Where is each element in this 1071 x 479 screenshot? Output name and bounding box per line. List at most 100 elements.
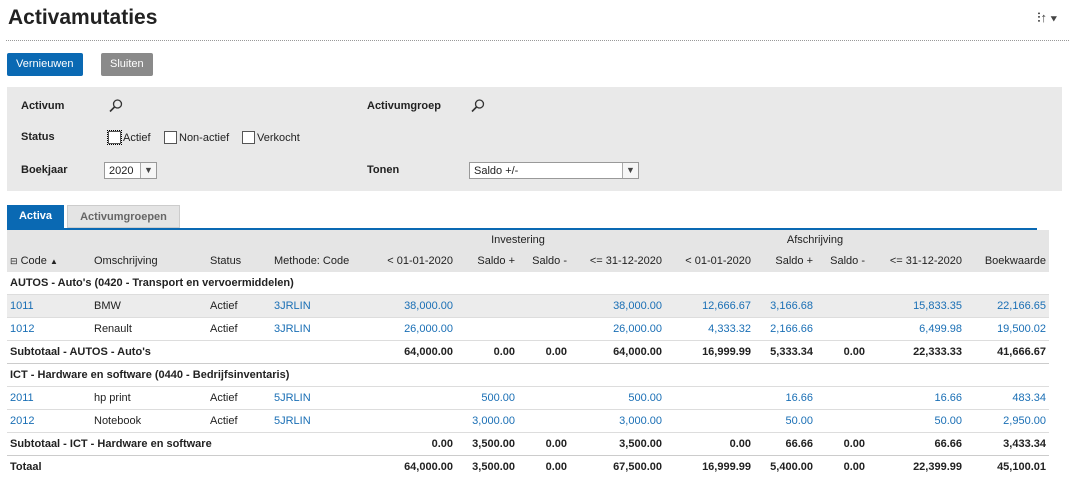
amount-link[interactable]: 500.00 — [570, 386, 665, 410]
amount-link[interactable] — [816, 386, 868, 410]
table-row[interactable]: 1012 Renault Actief 3JRLIN 26,000.00 26,… — [7, 317, 1049, 341]
checkbox-label: Actief — [123, 131, 151, 144]
activum-search-icon[interactable] — [108, 98, 124, 114]
column-header-inv-begin[interactable]: < 01-01-2020 — [371, 250, 456, 272]
amount-link[interactable]: 19,500.02 — [965, 317, 1049, 341]
methode-link[interactable]: 5JRLIN — [271, 409, 371, 433]
subtotal-value: 64,000.00 — [570, 340, 665, 364]
code-link[interactable]: 1012 — [7, 317, 91, 341]
column-header-methode[interactable]: Methode: Code — [271, 250, 371, 272]
amount-link[interactable] — [456, 294, 518, 318]
amount-link[interactable] — [518, 317, 570, 341]
amount-link[interactable]: 26,000.00 — [570, 317, 665, 341]
amount-link[interactable] — [816, 409, 868, 433]
tonen-select[interactable]: Saldo +/- ▼ — [469, 162, 639, 179]
column-header-label: Code — [20, 255, 47, 267]
column-header-inv-minus[interactable]: Saldo - — [518, 250, 570, 272]
amount-link[interactable] — [518, 409, 570, 433]
amount-link[interactable]: 26,000.00 — [371, 317, 456, 341]
status-label: Status — [21, 131, 55, 143]
amount-link[interactable]: 2,950.00 — [965, 409, 1049, 433]
amount-link[interactable] — [518, 294, 570, 318]
amount-link[interactable]: 22,166.65 — [965, 294, 1049, 318]
group-header-row: AUTOS - Auto's (0420 - Transport en verv… — [7, 272, 1049, 295]
amount-link[interactable] — [816, 317, 868, 341]
status-actief-checkbox[interactable]: Actief — [107, 130, 151, 145]
group-title: ICT - Hardware en software (0440 - Bedri… — [7, 363, 1049, 387]
amount-link[interactable] — [456, 317, 518, 341]
table-row[interactable]: 2012 Notebook Actief 5JRLIN 3,000.00 3,0… — [7, 409, 1049, 433]
column-header-omschrijving[interactable]: Omschrijving — [91, 250, 207, 272]
chevron-down-icon[interactable]: ▼ — [140, 163, 156, 178]
amount-link[interactable] — [665, 386, 754, 410]
amount-link[interactable] — [518, 386, 570, 410]
amount-link[interactable]: 16.66 — [754, 386, 816, 410]
status-non-actief-checkbox[interactable]: Non-actief — [164, 131, 229, 144]
amount-link[interactable]: 2,166.66 — [754, 317, 816, 341]
columns-icon: ⊟ — [10, 256, 18, 266]
amount-link[interactable]: 12,666.67 — [665, 294, 754, 318]
amount-link[interactable]: 15,833.35 — [868, 294, 965, 318]
methode-link[interactable]: 5JRLIN — [271, 386, 371, 410]
table-row[interactable]: 2011 hp print Actief 5JRLIN 500.00 500.0… — [7, 386, 1049, 410]
status-cell: Actief — [207, 386, 271, 410]
activumgroep-search-icon[interactable] — [470, 98, 486, 114]
amount-link[interactable]: 38,000.00 — [570, 294, 665, 318]
amount-link[interactable] — [665, 409, 754, 433]
amount-link[interactable]: 38,000.00 — [371, 294, 456, 318]
amount-link[interactable]: 50.00 — [868, 409, 965, 433]
amount-link[interactable]: 3,000.00 — [456, 409, 518, 433]
amount-link[interactable]: 500.00 — [456, 386, 518, 410]
refresh-button[interactable]: Vernieuwen — [7, 53, 83, 76]
status-verkocht-checkbox[interactable]: Verkocht — [242, 131, 300, 144]
settings-menu-icon[interactable]: ⫶↑ ▾ — [1037, 10, 1057, 26]
subtotal-value: 66.66 — [754, 432, 816, 456]
amount-link[interactable]: 4,333.32 — [665, 317, 754, 341]
checkbox-box[interactable] — [164, 131, 177, 144]
total-row: Totaal 64,000.00 3,500.00 0.00 67,500.00… — [7, 455, 1049, 478]
amount-link[interactable] — [371, 409, 456, 433]
close-button[interactable]: Sluiten — [101, 53, 153, 76]
column-header-afs-begin[interactable]: < 01-01-2020 — [665, 250, 754, 272]
amount-link[interactable] — [371, 386, 456, 410]
code-link[interactable]: 2012 — [7, 409, 91, 433]
activumgroep-label: Activumgroep — [367, 100, 441, 112]
column-header-afs-plus[interactable]: Saldo + — [754, 250, 816, 272]
amount-link[interactable]: 3,166.68 — [754, 294, 816, 318]
afschrijving-header: Afschrijving — [665, 230, 965, 250]
column-header-boekwaarde[interactable]: Boekwaarde — [965, 250, 1049, 272]
column-header-inv-end[interactable]: <= 31-12-2020 — [570, 250, 665, 272]
subtotal-value: 0.00 — [816, 432, 868, 456]
methode-link[interactable]: 3JRLIN — [271, 317, 371, 341]
checkbox-box[interactable] — [107, 130, 122, 145]
chevron-down-icon[interactable]: ▼ — [622, 163, 638, 178]
subtotal-value: 0.00 — [665, 432, 754, 456]
column-header-afs-end[interactable]: <= 31-12-2020 — [868, 250, 965, 272]
amount-link[interactable]: 3,000.00 — [570, 409, 665, 433]
tab-activumgroepen[interactable]: Activumgroepen — [67, 205, 180, 228]
boekjaar-select[interactable]: 2020 ▼ — [104, 162, 157, 179]
subtotal-value: 3,500.00 — [570, 432, 665, 456]
total-value: 64,000.00 — [371, 455, 456, 478]
amount-link[interactable]: 483.34 — [965, 386, 1049, 410]
total-label: Totaal — [7, 455, 371, 478]
checkbox-label: Verkocht — [257, 131, 300, 144]
amount-link[interactable]: 16.66 — [868, 386, 965, 410]
tab-activa[interactable]: Activa — [7, 205, 64, 228]
column-header-afs-minus[interactable]: Saldo - — [816, 250, 868, 272]
amount-link[interactable]: 50.00 — [754, 409, 816, 433]
column-header-status[interactable]: Status — [207, 250, 271, 272]
table-row[interactable]: 1011 BMW Actief 3JRLIN 38,000.00 38,000.… — [7, 294, 1049, 318]
code-link[interactable]: 2011 — [7, 386, 91, 410]
methode-link[interactable]: 3JRLIN — [271, 294, 371, 318]
checkbox-box[interactable] — [242, 131, 255, 144]
amount-link[interactable] — [816, 294, 868, 318]
status-cell: Actief — [207, 317, 271, 341]
column-header-code[interactable]: ⊟ Code ▲ — [7, 250, 91, 272]
total-value: 45,100.01 — [965, 455, 1049, 478]
amount-link[interactable]: 6,499.98 — [868, 317, 965, 341]
code-link[interactable]: 1011 — [7, 294, 91, 318]
subtotal-value: 16,999.99 — [665, 340, 754, 364]
subtotal-value: 3,500.00 — [456, 432, 518, 456]
column-header-inv-plus[interactable]: Saldo + — [456, 250, 518, 272]
